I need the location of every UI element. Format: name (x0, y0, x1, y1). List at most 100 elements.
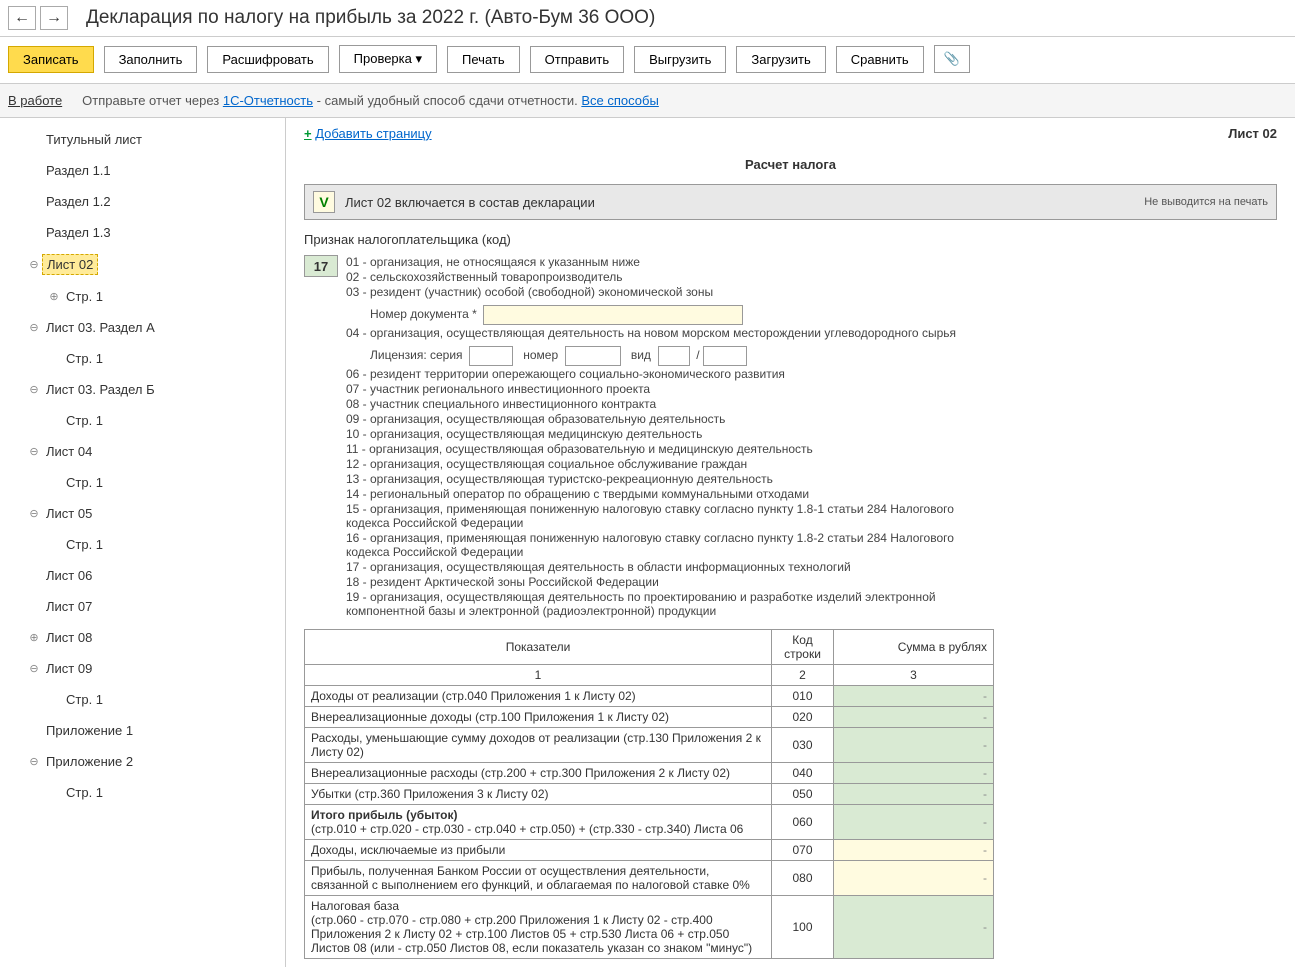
code-line: 19 - организация, осуществляющая деятель… (346, 590, 966, 618)
code-line: 03 - резидент (участник) особой (свободн… (346, 285, 966, 299)
sidebar-item[interactable]: ⊖Лист 03. Раздел А (0, 312, 285, 343)
tree-toggle-icon[interactable]: ⊕ (46, 290, 62, 303)
cell-code: 100 (772, 896, 834, 959)
cell-sum[interactable]: - (834, 805, 994, 840)
table-row: Убытки (стр.360 Приложения 3 к Листу 02)… (305, 784, 994, 805)
sidebar-item[interactable]: ⊖Лист 05 (0, 498, 285, 529)
sidebar-item[interactable]: Стр. 1 (0, 684, 285, 715)
cell-code: 020 (772, 707, 834, 728)
doc-number-input[interactable] (483, 305, 743, 325)
code-line: 17 - организация, осуществляющая деятель… (346, 560, 966, 574)
code-line: 16 - организация, применяющая пониженную… (346, 531, 966, 559)
cell-sum[interactable]: - (834, 763, 994, 784)
cell-sum[interactable]: - (834, 840, 994, 861)
sidebar-item[interactable]: ⊖Лист 03. Раздел Б (0, 374, 285, 405)
link-1c[interactable]: 1С-Отчетность (223, 93, 313, 108)
tree-toggle-icon[interactable]: ⊕ (26, 631, 42, 644)
sidebar-item[interactable]: Раздел 1.3 (0, 217, 285, 248)
decrypt-button[interactable]: Расшифровать (207, 46, 328, 73)
sidebar-item[interactable]: ⊖Лист 09 (0, 653, 285, 684)
tree-toggle-icon[interactable]: ⊖ (26, 755, 42, 768)
code-line: 10 - организация, осуществляющая медицин… (346, 427, 966, 441)
cell-sum[interactable]: - (834, 707, 994, 728)
table-row: Прибыль, полученная Банком России от осу… (305, 861, 994, 896)
cell-indicator: Налоговая база(стр.060 - стр.070 - стр.0… (305, 896, 772, 959)
back-button[interactable]: ← (8, 6, 36, 30)
cell-sum[interactable]: - (834, 784, 994, 805)
attach-button[interactable]: 📎 (934, 45, 970, 73)
send-button[interactable]: Отправить (530, 46, 624, 73)
cell-indicator: Итого прибыль (убыток)(стр.010 + стр.020… (305, 805, 772, 840)
code-line: 13 - организация, осуществляющая туристс… (346, 472, 966, 486)
code-line: 12 - организация, осуществляющая социаль… (346, 457, 966, 471)
sidebar-item-label: Приложение 2 (42, 752, 137, 771)
sidebar-item[interactable]: Раздел 1.2 (0, 186, 285, 217)
th-code: Код строки (772, 630, 834, 665)
compare-button[interactable]: Сравнить (836, 46, 924, 73)
sidebar-item-label: Стр. 1 (62, 783, 107, 802)
sidebar-item[interactable]: Стр. 1 (0, 777, 285, 808)
sidebar-item-label: Стр. 1 (62, 349, 107, 368)
cell-code: 010 (772, 686, 834, 707)
content: + Добавить страницу Лист 02 Расчет налог… (286, 118, 1295, 967)
code-line: 02 - сельскохозяйственный товаропроизвод… (346, 270, 966, 284)
tree-toggle-icon[interactable]: ⊖ (26, 662, 42, 675)
import-button[interactable]: Загрузить (736, 46, 825, 73)
sheet-label: Лист 02 (1228, 126, 1277, 141)
print-button[interactable]: Печать (447, 46, 520, 73)
sidebar-item[interactable]: Лист 07 (0, 591, 285, 622)
cell-sum[interactable]: - (834, 896, 994, 959)
cell-indicator: Прибыль, полученная Банком России от осу… (305, 861, 772, 896)
sidebar-item[interactable]: ⊖Приложение 2 (0, 746, 285, 777)
sidebar-item-label: Титульный лист (42, 130, 146, 149)
cell-sum[interactable]: - (834, 861, 994, 896)
cell-sum[interactable]: - (834, 686, 994, 707)
license-number-input[interactable] (565, 346, 621, 366)
table-row: Доходы от реализации (стр.040 Приложения… (305, 686, 994, 707)
sidebar-item[interactable]: Стр. 1 (0, 529, 285, 560)
sidebar-item[interactable]: ⊖Лист 02 (0, 248, 285, 281)
status-link[interactable]: В работе (8, 93, 62, 108)
cell-indicator: Убытки (стр.360 Приложения 3 к Листу 02) (305, 784, 772, 805)
add-page-button[interactable]: + Добавить страницу (304, 126, 432, 141)
tree-toggle-icon[interactable]: ⊖ (26, 258, 42, 271)
tree-toggle-icon[interactable]: ⊖ (26, 507, 42, 520)
taxpayer-code-input[interactable]: 17 (304, 255, 338, 277)
link-all[interactable]: Все способы (581, 93, 658, 108)
cell-code: 050 (772, 784, 834, 805)
cell-indicator: Внереализационные расходы (стр.200 + стр… (305, 763, 772, 784)
include-checkbox[interactable]: V (313, 191, 335, 213)
check-button[interactable]: Проверка ▾ (339, 45, 437, 73)
code-line: 14 - региональный оператор по обращению … (346, 487, 966, 501)
forward-button[interactable]: → (40, 6, 68, 30)
sidebar-item[interactable]: ⊖Лист 04 (0, 436, 285, 467)
tree-toggle-icon[interactable]: ⊖ (26, 445, 42, 458)
sidebar-item[interactable]: Приложение 1 (0, 715, 285, 746)
tree-toggle-icon[interactable]: ⊖ (26, 321, 42, 334)
paperclip-icon: 📎 (944, 51, 960, 66)
sidebar-item[interactable]: Лист 06 (0, 560, 285, 591)
export-button[interactable]: Выгрузить (634, 46, 726, 73)
fill-button[interactable]: Заполнить (104, 46, 198, 73)
save-button[interactable]: Записать (8, 46, 94, 73)
code-line: 11 - организация, осуществляющая образов… (346, 442, 966, 456)
code-line: 09 - организация, осуществляющая образов… (346, 412, 966, 426)
tree-toggle-icon[interactable]: ⊖ (26, 383, 42, 396)
sidebar-item-label: Лист 03. Раздел А (42, 318, 159, 337)
sidebar-item[interactable]: Стр. 1 (0, 405, 285, 436)
sidebar-item[interactable]: Титульный лист (0, 124, 285, 155)
code-line: 18 - резидент Арктической зоны Российско… (346, 575, 966, 589)
sidebar-item[interactable]: Стр. 1 (0, 467, 285, 498)
sidebar-item[interactable]: ⊕Стр. 1 (0, 281, 285, 312)
sidebar-item[interactable]: Стр. 1 (0, 343, 285, 374)
license-type2-input[interactable] (703, 346, 747, 366)
sidebar-item[interactable]: Раздел 1.1 (0, 155, 285, 186)
cell-sum[interactable]: - (834, 728, 994, 763)
code-line: 07 - участник регионального инвестиционн… (346, 382, 966, 396)
license-series-input[interactable] (469, 346, 513, 366)
license-type-input[interactable] (658, 346, 690, 366)
cell-code: 080 (772, 861, 834, 896)
table-row: Расходы, уменьшающие сумму доходов от ре… (305, 728, 994, 763)
sidebar-item[interactable]: ⊕Лист 08 (0, 622, 285, 653)
table-row: Налоговая база(стр.060 - стр.070 - стр.0… (305, 896, 994, 959)
